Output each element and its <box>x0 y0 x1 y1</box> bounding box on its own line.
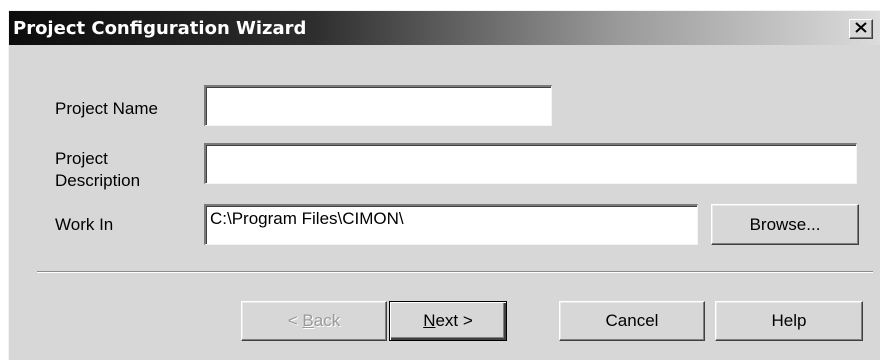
wizard-dialog: Project Configuration Wizard Project Nam… <box>8 10 880 360</box>
next-rest: ext > <box>435 311 473 330</box>
back-rest: ack <box>313 311 341 330</box>
project-description-input[interactable] <box>204 143 857 184</box>
project-description-label-line2: Description <box>55 171 141 190</box>
title-bar[interactable]: Project Configuration Wizard <box>9 11 880 45</box>
close-icon <box>855 20 867 38</box>
project-name-input[interactable] <box>204 85 552 126</box>
close-button[interactable] <box>849 19 873 39</box>
next-underlined-letter: N <box>423 311 436 330</box>
project-name-label: Project Name <box>55 99 158 118</box>
next-button[interactable]: Next > <box>389 301 507 341</box>
back-prefix: < <box>287 311 303 330</box>
separator-line <box>37 271 873 273</box>
browse-button[interactable]: Browse... <box>711 204 859 245</box>
project-description-label-line1: Project <box>55 149 108 168</box>
work-in-input[interactable]: C:\Program Files\CIMON\ <box>204 204 698 245</box>
help-button[interactable]: Help <box>715 301 863 341</box>
work-in-label: Work In <box>55 215 114 234</box>
cancel-button[interactable]: Cancel <box>559 301 705 341</box>
back-button[interactable]: < Back <box>241 301 387 341</box>
dialog-title: Project Configuration Wizard <box>13 18 307 39</box>
back-underlined-letter: B <box>302 311 314 330</box>
